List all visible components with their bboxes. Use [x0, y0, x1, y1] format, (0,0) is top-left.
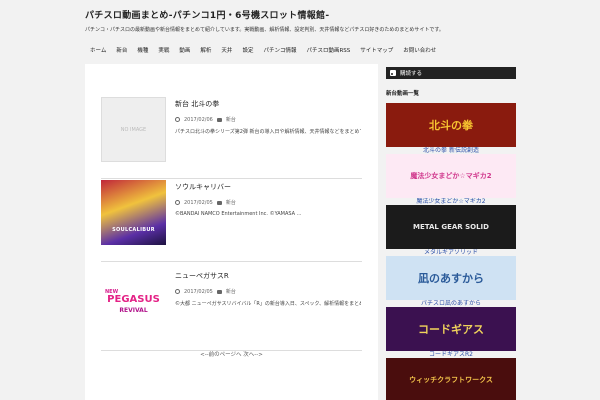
banner-image[interactable]: 魔法少女まどか☆マギカ2: [386, 154, 516, 198]
post-category[interactable]: 新台: [226, 288, 236, 295]
post-excerpt: ©BANDAI NAMCO Entertainment Inc. ©YAMASA…: [175, 211, 302, 217]
banner-image-text: 北斗の拳: [429, 119, 473, 132]
banner-image[interactable]: 凪のあすから: [386, 256, 516, 300]
thumbnail-logo-revival: REVIVAL: [119, 306, 148, 314]
clock-icon: [175, 200, 180, 205]
nav-item-setting[interactable]: 設定: [237, 44, 258, 58]
site-description: パチンコ・パチスロの最新動画や新台情報をまとめて紹介しています。実戦動画、解析情…: [85, 27, 444, 33]
banner-image[interactable]: コードギアス: [386, 307, 516, 351]
banner-image[interactable]: ウィッチクラフトワークス: [386, 358, 516, 400]
post-excerpt: パチスロ北斗の拳シリーズ第2弾 新台の導入日や解析情報、天井情報などをまとめて紹…: [175, 129, 361, 135]
post-list: NO IMAGE 新台 北斗の拳 2017/02/06 新台 パチスロ北斗の拳シ…: [85, 64, 378, 400]
thumbnail-logo: SOULCALIBUR: [112, 227, 155, 233]
banner-list: 北斗の拳 北斗の拳 新伝説創造 魔法少女まどか☆マギカ2 魔法少女まどか☆マギカ…: [386, 103, 516, 400]
banner-link[interactable]: METAL GEAR SOLID メタルギアソリッド: [386, 205, 516, 256]
banner-image-text: ウィッチクラフトワークス: [409, 376, 493, 384]
clock-icon: [175, 117, 180, 122]
banner-image-text: コードギアス: [418, 323, 484, 336]
nav-item-new[interactable]: 新台: [111, 44, 132, 58]
site-header: パチスロ動画まとめ-パチンコ1円・6号機スロット情報館- パチンコ・パチスロの最…: [85, 8, 525, 33]
rss-subscribe-bar[interactable]: 購読する: [386, 67, 516, 79]
banner-image-text: 凪のあすから: [418, 272, 484, 285]
post-date: 2017/02/05: [184, 199, 213, 206]
banner-link[interactable]: 凪のあすから パチスロ凪のあすから: [386, 256, 516, 307]
rss-icon: [390, 70, 396, 76]
nav-item-analysis[interactable]: 解析: [195, 44, 216, 58]
banner-link[interactable]: ウィッチクラフトワークス: [386, 358, 516, 400]
banner-image[interactable]: 北斗の拳: [386, 103, 516, 147]
nav-item-machine[interactable]: 機種: [132, 44, 153, 58]
banner-link[interactable]: 北斗の拳 北斗の拳 新伝説創造: [386, 103, 516, 154]
nav-item-contact[interactable]: お問い合わせ: [398, 44, 441, 58]
banner-link[interactable]: コードギアス コードギアスR2: [386, 307, 516, 358]
site-title[interactable]: パチスロ動画まとめ-パチンコ1円・6号機スロット情報館-: [85, 8, 525, 21]
post-thumbnail[interactable]: NEW PEGASUS REVIVAL: [101, 269, 166, 334]
no-image-label: NO IMAGE: [120, 126, 147, 133]
nav-item-pachinko[interactable]: パチンコ情報: [258, 44, 301, 58]
folder-icon: [216, 289, 222, 294]
nav-item-home[interactable]: ホーム: [85, 44, 111, 58]
banner-caption[interactable]: 北斗の拳 新伝説創造: [386, 147, 516, 154]
post-thumbnail[interactable]: NO IMAGE: [101, 97, 166, 162]
post-title[interactable]: ニューペガサスR: [175, 271, 361, 281]
post-title[interactable]: 新台 北斗の拳: [175, 99, 361, 109]
post-category[interactable]: 新台: [226, 116, 236, 123]
sidebar: 購読する 新台動画一覧 北斗の拳 北斗の拳 新伝説創造 魔法少女まどか☆マギカ2…: [386, 67, 516, 400]
post-date: 2017/02/06: [184, 116, 213, 123]
nav-item-play[interactable]: 実戦: [153, 44, 174, 58]
post-item: SOULCALIBUR ソウルキャリバー 2017/02/05 新台 ©BAND…: [101, 180, 362, 262]
clock-icon: [175, 289, 180, 294]
folder-icon: [216, 117, 222, 122]
pagination[interactable]: <--前のページへ 次へ-->: [85, 350, 378, 358]
banner-image[interactable]: METAL GEAR SOLID: [386, 205, 516, 249]
nav-item-video[interactable]: 動画: [174, 44, 195, 58]
banner-caption[interactable]: パチスロ凪のあすから: [386, 300, 516, 307]
nav-item-ceiling[interactable]: 天井: [216, 44, 237, 58]
post-title[interactable]: ソウルキャリバー: [175, 182, 361, 192]
banner-link[interactable]: 魔法少女まどか☆マギカ2 魔法少女まどか☆マギカ2: [386, 154, 516, 205]
banner-caption[interactable]: メタルギアソリッド: [386, 249, 516, 256]
sidebar-heading: 新台動画一覧: [386, 91, 420, 97]
post-category[interactable]: 新台: [226, 199, 236, 206]
post-item: NEW PEGASUS REVIVAL ニューペガサスR 2017/02/05 …: [101, 269, 362, 351]
banner-caption[interactable]: 魔法少女まどか☆マギカ2: [386, 198, 516, 205]
nav-item-rss[interactable]: パチスロ動画RSS: [301, 44, 355, 58]
folder-icon: [216, 200, 222, 205]
banner-caption[interactable]: コードギアスR2: [386, 351, 516, 358]
banner-image-text: 魔法少女まどか☆マギカ2: [410, 172, 492, 180]
thumbnail-logo-pegasus: PEGASUS: [107, 293, 160, 305]
nav-item-sitemap[interactable]: サイトマップ: [355, 44, 398, 58]
rss-label: 購読する: [400, 71, 423, 77]
banner-image-text: METAL GEAR SOLID: [413, 223, 489, 231]
post-excerpt: ©大都 ニューペガサスリバイバル「R」の新台導入日、スペック、解析情報をまとめて…: [175, 301, 361, 307]
post-date: 2017/02/05: [184, 288, 213, 295]
post-item: NO IMAGE 新台 北斗の拳 2017/02/06 新台 パチスロ北斗の拳シ…: [101, 97, 362, 179]
global-nav: ホーム 新台 機種 実戦 動画 解析 天井 設定 パチンコ情報 パチスロ動画RS…: [85, 44, 441, 58]
post-thumbnail[interactable]: SOULCALIBUR: [101, 180, 166, 245]
